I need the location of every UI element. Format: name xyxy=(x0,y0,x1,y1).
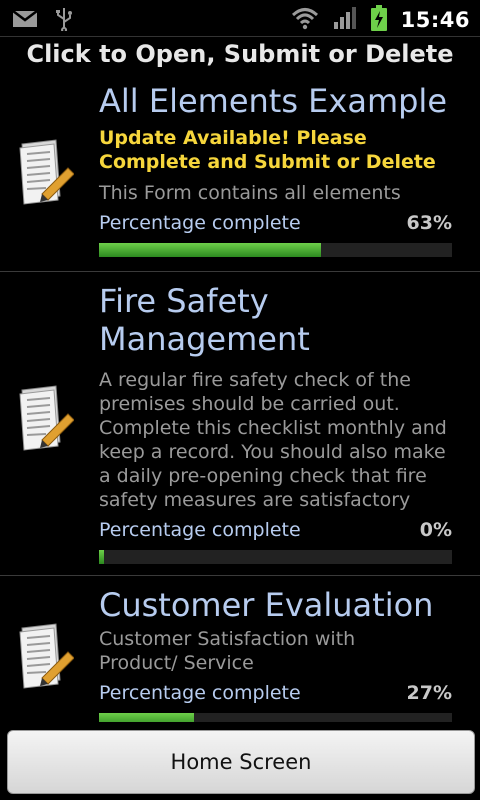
wifi-icon xyxy=(291,6,319,34)
percentage-label: Percentage complete xyxy=(99,682,301,704)
form-edit-icon xyxy=(18,384,75,454)
update-notice: Update Available! Please Complete and Su… xyxy=(99,127,436,173)
status-bar: 15:46 xyxy=(0,0,480,37)
gmail-icon xyxy=(12,9,38,33)
percentage-row: Percentage complete 0% xyxy=(99,518,452,542)
status-clock: 15:46 xyxy=(400,8,470,32)
form-description: A regular fire safety check of the premi… xyxy=(99,369,447,511)
usb-icon xyxy=(56,7,72,35)
form-title: Customer Evaluation xyxy=(99,586,434,624)
footer: Home Screen xyxy=(0,722,480,800)
form-item-fire-safety[interactable]: Fire Safety Management A regular fire sa… xyxy=(0,272,480,576)
progress-fill xyxy=(99,550,105,564)
form-edit-icon xyxy=(18,622,75,692)
form-item-all-elements[interactable]: All Elements Example Update Available! P… xyxy=(0,78,480,272)
page-title: Click to Open, Submit or Delete xyxy=(26,40,454,68)
form-description: Customer Satisfaction with Product/ Serv… xyxy=(99,628,356,674)
percentage-value: 0% xyxy=(419,519,452,541)
progress-bar xyxy=(99,243,452,257)
form-edit-icon xyxy=(18,138,75,208)
percentage-row: Percentage complete 27% xyxy=(99,681,452,705)
form-item-customer-evaluation[interactable]: Customer Evaluation Customer Satisfactio… xyxy=(0,576,480,736)
battery-charging-icon xyxy=(370,5,387,35)
percentage-value: 27% xyxy=(406,682,452,704)
percentage-label: Percentage complete xyxy=(99,519,301,541)
signal-icon xyxy=(333,6,357,34)
percentage-value: 63% xyxy=(406,212,452,234)
form-description: This Form contains all elements xyxy=(99,182,401,204)
percentage-label: Percentage complete xyxy=(99,212,301,234)
form-title: Fire Safety Management xyxy=(99,282,310,358)
progress-bar xyxy=(99,550,452,564)
home-screen-button[interactable]: Home Screen xyxy=(7,730,475,794)
progress-fill xyxy=(99,243,322,257)
percentage-row: Percentage complete 63% xyxy=(99,211,452,235)
form-title: All Elements Example xyxy=(99,82,447,120)
form-list: All Elements Example Update Available! P… xyxy=(0,78,480,736)
